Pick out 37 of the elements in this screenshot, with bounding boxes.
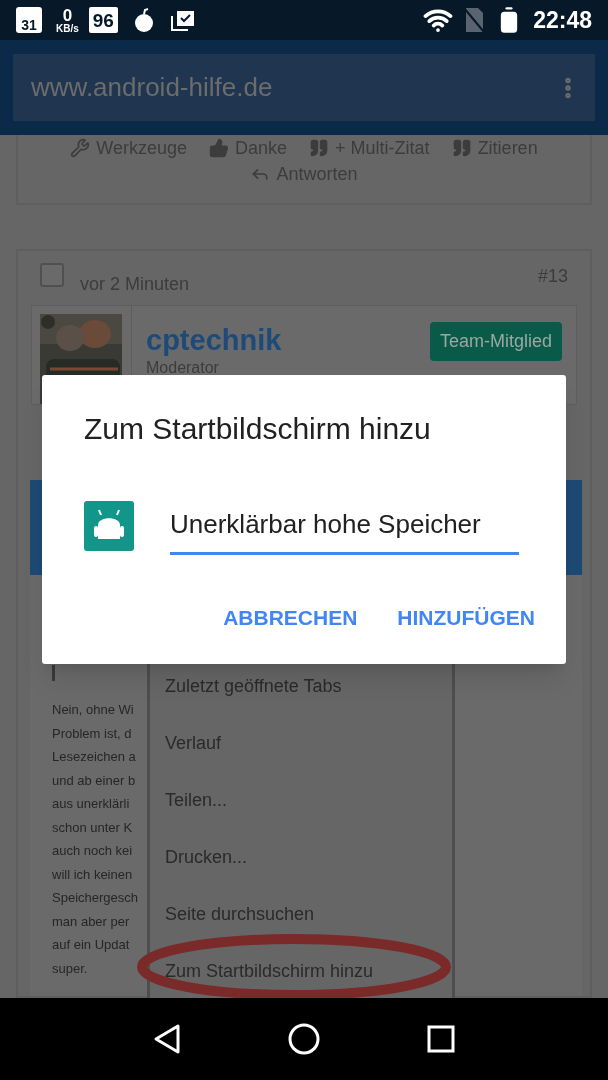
back-icon[interactable] (152, 1023, 183, 1055)
dialog-button[interactable]: ABBRECHEN (213, 596, 368, 640)
recents-icon[interactable] (425, 1024, 456, 1054)
url-text: www.android-hilfe.de (31, 71, 274, 104)
bomb-icon (133, 8, 154, 32)
screenshot-text-line: auf ein Updat (52, 936, 130, 954)
calendar-day: 31 (21, 18, 37, 32)
home-icon[interactable] (287, 1022, 321, 1056)
screenshot-text-line: aus unerklärli (52, 795, 130, 813)
clipboard-check-icon (169, 8, 196, 32)
screenshot-text-line: Nein, ohne Wi (52, 701, 134, 719)
screenshot-text-line: super. (52, 959, 88, 978)
screenshot-text-line: Problem ist, d (52, 724, 132, 743)
select-checkbox[interactable] (40, 263, 64, 287)
screenshot-text-line: Lesezeichen a (52, 748, 136, 766)
screenshot-text-line: Speichergesch (52, 889, 138, 907)
android-icon (84, 501, 134, 551)
wrench-icon (70, 138, 91, 158)
quote-icon (309, 138, 330, 158)
quote-icon (451, 138, 472, 158)
dialog-title: Zum Startbildschirm hinzu (84, 411, 432, 447)
badge-number: 96 (92, 10, 114, 30)
dialog-button[interactable]: HINZUFÜGEN (387, 596, 545, 640)
screenshot-text-line: schon unter K (52, 818, 133, 837)
screenshot-text-line: will ich keinen (52, 865, 133, 884)
screenshot-text-line: man aber per (52, 912, 130, 931)
name-input-field[interactable]: Unerklärbar hohe Speicher (170, 497, 519, 555)
screenshot-text-line: und ab einer b (52, 771, 136, 790)
no-sim-icon (463, 7, 486, 33)
url-bar[interactable]: www.android-hilfe.de (13, 54, 595, 121)
speed-unit: KB/s (56, 23, 79, 34)
speed-value: 0 (62, 6, 73, 24)
screenshot-text-line: auch noch kei (52, 842, 133, 860)
thumbs-up-icon (209, 138, 230, 158)
team-badge: Team-Mitglied (429, 322, 562, 361)
clock-time: 22:48 (533, 5, 592, 35)
author-name[interactable]: cptechnik (146, 326, 430, 355)
